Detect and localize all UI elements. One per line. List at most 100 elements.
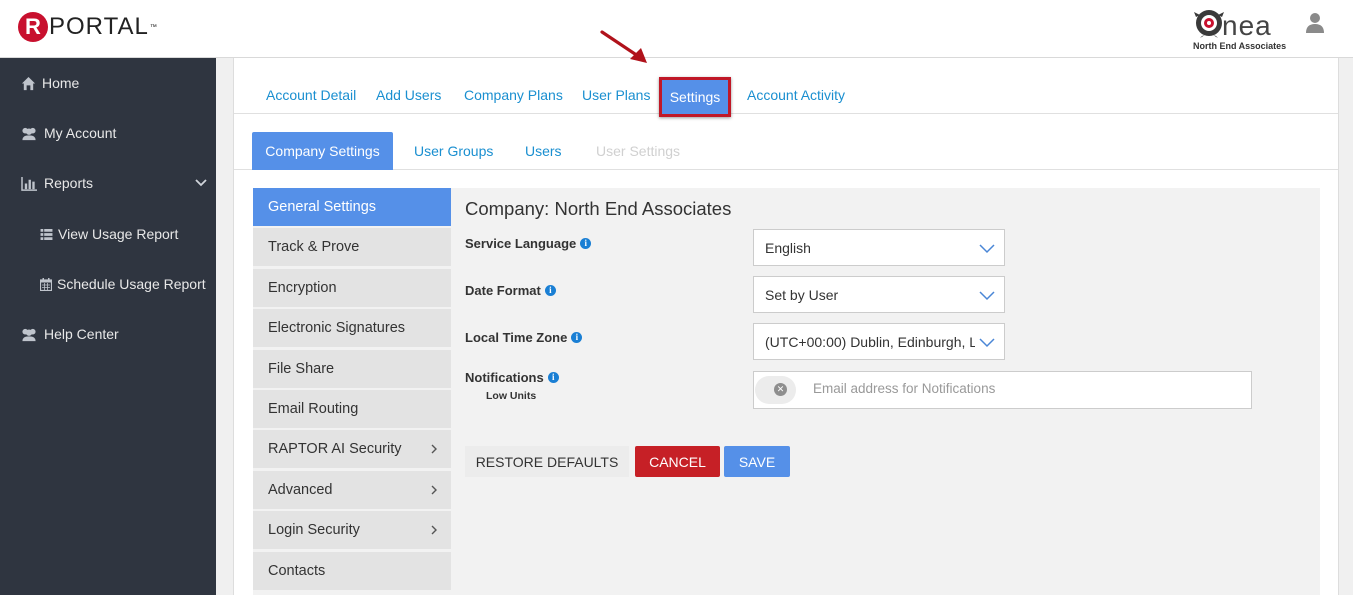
main-panel: Account Detail Add Users Company Plans U…	[233, 58, 1339, 595]
settings-menu-login-security[interactable]: Login Security	[253, 511, 451, 550]
save-button[interactable]: SAVE	[724, 446, 790, 477]
tab-company-settings-label: Company Settings	[265, 143, 380, 159]
company-brand: nea North End Associates	[1192, 6, 1288, 52]
chevron-right-icon	[431, 525, 437, 535]
users-icon	[20, 125, 38, 141]
settings-menu-label: RAPTOR AI Security	[268, 441, 402, 457]
service-language-label: Service Language i	[465, 236, 592, 251]
settings-menu-advanced[interactable]: Advanced	[253, 471, 451, 510]
home-icon	[20, 75, 36, 91]
settings-menu-label: Login Security	[268, 522, 360, 538]
tab-account-activity[interactable]: Account Activity	[747, 87, 845, 103]
rportal-logo[interactable]: R PORTAL ™	[18, 12, 157, 42]
brand-word: nea	[1222, 10, 1272, 41]
settings-menu-label: Electronic Signatures	[268, 320, 406, 336]
logo-trademark: ™	[149, 23, 157, 31]
tab-users[interactable]: Users	[525, 143, 562, 159]
settings-menu-label: Contacts	[268, 563, 326, 579]
notifications-label-text: Notifications	[465, 370, 544, 385]
date-format-label-text: Date Format	[465, 283, 541, 298]
tab-settings-label: Settings	[669, 89, 721, 105]
info-icon[interactable]: i	[547, 372, 559, 383]
primary-tabs: Account Detail Add Users Company Plans U…	[234, 58, 1338, 117]
calendar-icon	[40, 276, 52, 292]
settings-menu-label: Email Routing	[268, 401, 359, 417]
cancel-label: CANCEL	[649, 453, 706, 470]
sidebar-item-label: Reports	[44, 175, 94, 191]
top-header: R PORTAL ™ nea North End Associates	[0, 0, 1353, 58]
bar-chart-icon	[20, 175, 38, 191]
settings-menu-label: Advanced	[268, 482, 333, 498]
time-zone-label: Local Time Zone i	[465, 330, 583, 345]
settings-menu-general-settings[interactable]: General Settings	[253, 188, 451, 227]
secondary-tabs: Company Settings User Groups Users User …	[234, 115, 1338, 170]
info-icon[interactable]: i	[571, 332, 583, 343]
settings-menu-label: File Share	[268, 361, 335, 377]
user-profile-icon[interactable]	[1306, 12, 1324, 34]
sidebar-item-schedule-usage-report[interactable]: Schedule Usage Report	[0, 264, 216, 304]
sidebar-item-view-usage-report[interactable]: View Usage Report	[0, 214, 216, 254]
nea-logo-icon	[1194, 10, 1224, 38]
settings-menu-track-prove[interactable]: Track & Prove	[253, 228, 451, 267]
info-icon[interactable]: i	[580, 238, 592, 249]
notifications-toggle[interactable]: ✕	[755, 376, 796, 404]
settings-menu-label: General Settings	[268, 199, 377, 215]
time-zone-select[interactable]: (UTC+00:00) Dublin, Edinburgh, Lisbon, L…	[753, 323, 1005, 360]
sidebar-item-label: My Account	[44, 125, 117, 141]
brand-subtitle: North End Associates	[1193, 41, 1287, 51]
notifications-field[interactable]: ✕ Email address for Notifications	[753, 371, 1252, 409]
settings-content: General Settings Track & Prove Encryptio…	[253, 188, 1320, 595]
users-icon	[20, 326, 38, 342]
sidebar: Home My Account Reports View Usage Repor…	[0, 58, 216, 595]
notifications-sublabel: Low Units	[486, 390, 537, 402]
logo-letter: R	[18, 12, 48, 42]
time-zone-value: (UTC+00:00) Dublin, Edinburgh, Lisbon, L…	[765, 333, 975, 350]
sidebar-item-reports[interactable]: Reports	[0, 163, 216, 203]
service-language-value: English	[765, 239, 811, 256]
date-format-value: Set by User	[765, 286, 839, 303]
restore-defaults-label: RESTORE DEFAULTS	[475, 453, 619, 470]
sidebar-item-my-account[interactable]: My Account	[0, 113, 216, 153]
service-language-select[interactable]: English	[753, 229, 1005, 266]
logo-text: PORTAL	[49, 13, 149, 40]
settings-menu-label: Track & Prove	[268, 239, 360, 255]
chevron-right-icon	[431, 444, 437, 454]
tab-company-plans[interactable]: Company Plans	[464, 87, 563, 103]
settings-menu-label: Encryption	[268, 280, 337, 296]
restore-defaults-button[interactable]: RESTORE DEFAULTS	[465, 446, 629, 477]
cancel-button[interactable]: CANCEL	[635, 446, 720, 477]
notifications-label: Notifications i	[465, 370, 559, 385]
close-icon: ✕	[774, 383, 787, 396]
chevron-down-icon	[979, 244, 995, 254]
chevron-down-icon	[979, 338, 995, 348]
tab-user-plans[interactable]: User Plans	[582, 87, 650, 103]
chevron-down-icon	[195, 179, 207, 187]
settings-menu-file-share[interactable]: File Share	[253, 350, 451, 389]
chevron-down-icon	[979, 291, 995, 301]
sidebar-item-label: Help Center	[44, 326, 119, 342]
time-zone-label-text: Local Time Zone	[465, 330, 568, 345]
tab-add-users[interactable]: Add Users	[376, 87, 441, 103]
sidebar-item-label: Home	[42, 75, 80, 91]
annotation-arrow-icon	[600, 30, 647, 63]
date-format-select[interactable]: Set by User	[753, 276, 1005, 313]
sidebar-item-label: View Usage Report	[58, 226, 179, 242]
settings-menu-encryption[interactable]: Encryption	[253, 269, 451, 308]
chevron-right-icon	[431, 485, 437, 495]
notifications-email-placeholder[interactable]: Email address for Notifications	[813, 381, 995, 396]
save-label: SAVE	[738, 453, 776, 470]
info-icon[interactable]: i	[544, 285, 556, 296]
settings-menu-electronic-signatures[interactable]: Electronic Signatures	[253, 309, 451, 348]
list-icon	[40, 226, 53, 242]
company-title: Company: North End Associates	[465, 198, 732, 219]
settings-menu-contacts[interactable]: Contacts	[253, 552, 451, 591]
tab-user-groups[interactable]: User Groups	[414, 143, 493, 159]
sidebar-item-home[interactable]: Home	[0, 63, 216, 103]
sidebar-item-help-center[interactable]: Help Center	[0, 314, 216, 354]
tab-account-detail[interactable]: Account Detail	[266, 87, 356, 103]
settings-menu-email-routing[interactable]: Email Routing	[253, 390, 451, 429]
date-format-label: Date Format i	[465, 283, 556, 298]
settings-menu-raptor-ai-security[interactable]: RAPTOR AI Security	[253, 430, 451, 469]
tab-settings[interactable]: Settings	[659, 77, 731, 117]
tab-company-settings[interactable]: Company Settings	[252, 132, 393, 170]
